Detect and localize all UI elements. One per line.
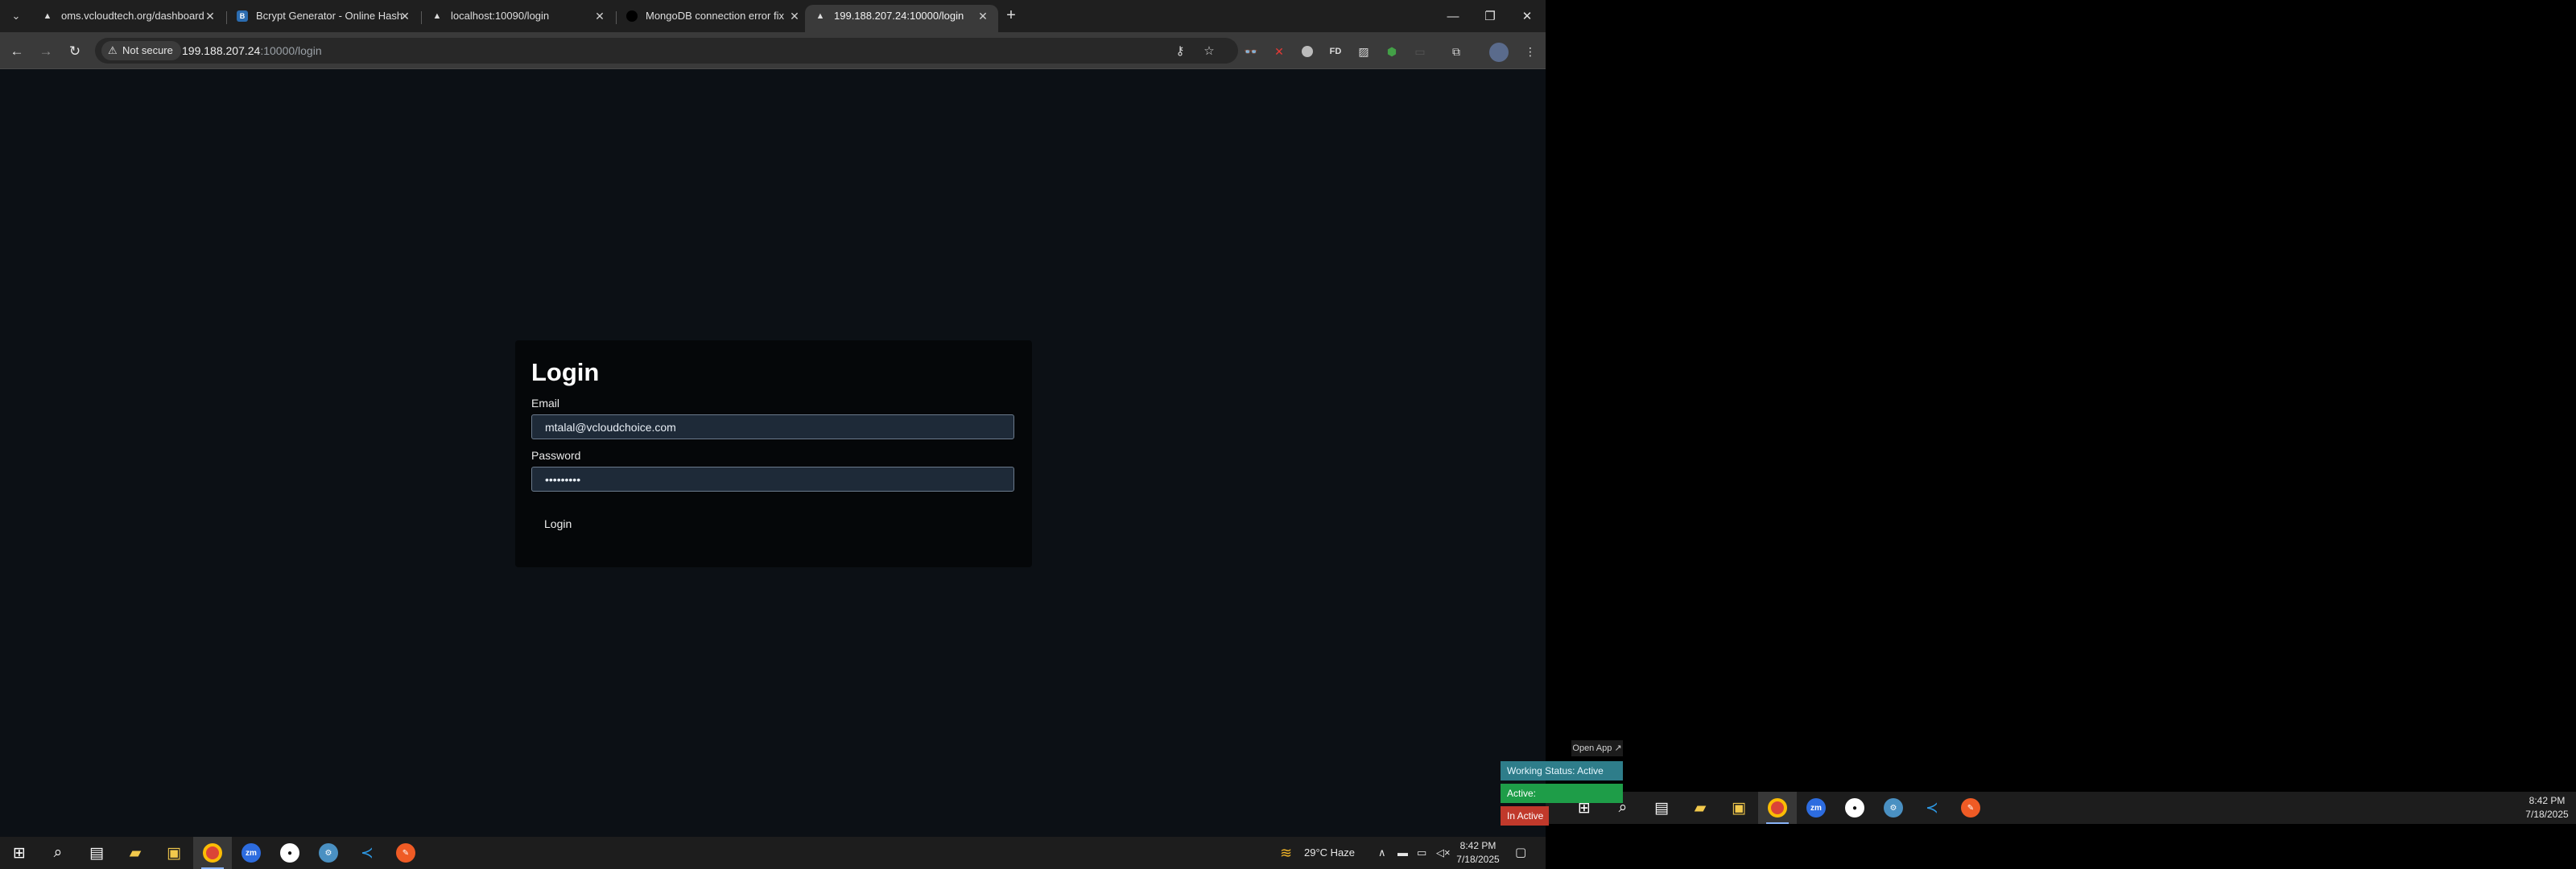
clock-date: 7/18/2025	[1456, 854, 1500, 865]
close-window-button[interactable]: ✕	[1509, 0, 1546, 32]
search-icon[interactable]: ⌕	[39, 837, 77, 869]
extension-fd-icon[interactable]: FD	[1327, 43, 1344, 60]
extension-image-icon[interactable]: ▨	[1355, 43, 1373, 60]
chrome-icon[interactable]	[1758, 792, 1797, 824]
app-white-circle-icon[interactable]: ●	[270, 837, 309, 869]
extension-shield-icon[interactable]: ⬢	[1383, 43, 1401, 60]
reload-button[interactable]: ↻	[64, 41, 85, 62]
store-icon[interactable]: ▣	[1719, 792, 1758, 824]
password-key-icon[interactable]: ⚷	[1170, 41, 1190, 60]
vscode-icon[interactable]: ≺	[1913, 792, 1951, 824]
volume-icon[interactable]: ◁×	[1436, 837, 1451, 869]
address-bar[interactable]: ⚠ Not secure 199.188.207.24:10000/login …	[95, 38, 1238, 64]
tab-title: 199.188.207.24:10000/login	[834, 10, 964, 22]
extension-close-x-icon[interactable]: ✕	[1270, 43, 1288, 60]
weather-text[interactable]: 29°C Haze	[1304, 837, 1355, 869]
taskbar: ⊞ ⌕ ▤ ▰ ▣ zm ● ⚙ ≺ ✎ ≋ 29°C Haze ∧ ▬ ▭ ◁…	[0, 837, 1546, 869]
notification-icon[interactable]: ▢	[1515, 837, 1526, 869]
login-button[interactable]: Login	[531, 513, 585, 535]
forward-button[interactable]: →	[35, 41, 56, 62]
new-tab-button[interactable]: +	[1001, 6, 1021, 26]
warning-icon: ⚠	[108, 44, 118, 56]
extensions-puzzle-icon[interactable]: ⧉	[1447, 43, 1465, 60]
tab-mongodb-fix[interactable]: MongoDB connection error fix ✕	[617, 5, 810, 32]
store-icon[interactable]: ▣	[155, 837, 193, 869]
app-blue-gear-icon[interactable]: ⚙	[309, 837, 348, 869]
chatgpt-favicon-icon	[626, 10, 638, 22]
primary-monitor: ⌄ ▲ oms.vcloudtech.org/dashboard ✕ B Bcr…	[0, 0, 1546, 869]
bcrypt-favicon-icon: B	[237, 10, 248, 22]
login-title: Login	[531, 358, 600, 386]
tab-localhost-login[interactable]: ▲ localhost:10090/login ✕	[422, 5, 615, 32]
postman-icon[interactable]: ✎	[386, 837, 425, 869]
active-status-badge: Active:	[1501, 784, 1623, 803]
weather-haze-icon: ≋	[1280, 845, 1293, 861]
login-card: Login Email Password Login	[515, 340, 1032, 567]
triangle-favicon-icon: ▲	[815, 11, 825, 21]
tab-title: oms.vcloudtech.org/dashboard	[61, 10, 204, 22]
extension-circle-icon[interactable]	[1298, 43, 1316, 60]
zoom-icon[interactable]: zm	[1797, 792, 1835, 824]
email-field[interactable]	[531, 414, 1014, 439]
security-label: Not secure	[122, 44, 173, 56]
open-app-button[interactable]: Open App ↗	[1571, 740, 1623, 756]
triangle-favicon-icon: ▲	[43, 11, 52, 21]
clock-time: 8:42 PM	[1459, 840, 1496, 851]
secondary-monitor: ⊞ ⌕ ▤ ▰ ▣ zm ● ⚙ ≺ ✎ 8:42 PM 7/18/2025	[1546, 0, 2576, 869]
password-field[interactable]	[531, 467, 1014, 492]
triangle-favicon-icon: ▲	[432, 11, 442, 21]
close-icon[interactable]: ✕	[203, 5, 217, 27]
file-explorer-icon[interactable]: ▰	[1681, 792, 1719, 824]
file-explorer-icon[interactable]: ▰	[116, 837, 155, 869]
windows-start-icon[interactable]: ⊞	[0, 837, 39, 869]
bookmark-star-icon[interactable]: ☆	[1199, 41, 1219, 60]
network-icon[interactable]: ▭	[1417, 837, 1426, 869]
tab-title: localhost:10090/login	[451, 10, 550, 22]
chevron-up-icon[interactable]: ∧	[1378, 837, 1386, 869]
secondary-clock[interactable]: 8:42 PM 7/18/2025	[2523, 794, 2571, 822]
clock-time: 8:42 PM	[2529, 795, 2566, 806]
close-icon[interactable]: ✕	[398, 5, 412, 27]
extension-dark-icon[interactable]: ▭	[1411, 43, 1429, 60]
url-text: 199.188.207.24:10000/login	[182, 38, 322, 64]
email-label: Email	[531, 397, 560, 410]
menu-kebab-icon[interactable]: ⋮	[1521, 43, 1539, 60]
url-path: :10000/login	[260, 44, 322, 57]
url-host: 199.188.207.24	[182, 44, 261, 57]
app-blue-gear-icon[interactable]: ⚙	[1874, 792, 1913, 824]
tab-search-button[interactable]: ⌄	[6, 6, 26, 26]
profile-avatar-icon[interactable]	[1489, 43, 1509, 62]
site-info-chip[interactable]: ⚠ Not secure	[101, 41, 181, 60]
close-icon[interactable]: ✕	[592, 5, 607, 27]
chrome-icon[interactable]	[193, 837, 232, 869]
zoom-icon[interactable]: zm	[232, 837, 270, 869]
secondary-taskbar: ⊞ ⌕ ▤ ▰ ▣ zm ● ⚙ ≺ ✎ 8:42 PM 7/18/2025	[1546, 792, 2576, 824]
app-white-circle-icon[interactable]: ●	[1835, 792, 1874, 824]
task-view-icon[interactable]: ▤	[77, 837, 116, 869]
tab-active-login[interactable]: ▲ 199.188.207.24:10000/login ✕	[805, 5, 998, 32]
browser-toolbar: ← → ↻ ⚠ Not secure 199.188.207.24:10000/…	[0, 32, 1546, 69]
task-view-icon[interactable]: ▤	[1642, 792, 1681, 824]
password-label: Password	[531, 449, 581, 462]
minimize-button[interactable]: —	[1435, 0, 1472, 32]
tab-oms-dashboard[interactable]: ▲ oms.vcloudtech.org/dashboard ✕	[32, 5, 225, 32]
tab-strip: ⌄ ▲ oms.vcloudtech.org/dashboard ✕ B Bcr…	[0, 0, 1546, 32]
extension-incognito-icon[interactable]: 👓	[1242, 43, 1260, 60]
clock[interactable]: 8:42 PM 7/18/2025	[1454, 839, 1502, 867]
tab-title: MongoDB connection error fix	[646, 10, 784, 22]
back-button[interactable]: ←	[6, 41, 27, 62]
close-icon[interactable]: ✕	[976, 5, 990, 27]
vscode-icon[interactable]: ≺	[348, 837, 386, 869]
inactive-status-badge: In Active	[1501, 806, 1549, 826]
tray-app-icon[interactable]: ▬	[1397, 837, 1408, 869]
clock-date: 7/18/2025	[2525, 809, 2569, 820]
tab-bcrypt-generator[interactable]: B Bcrypt Generator - Online Hash ✕	[227, 5, 420, 32]
working-status-badge: Working Status: Active	[1501, 761, 1623, 780]
tab-title: Bcrypt Generator - Online Hash	[256, 10, 403, 22]
web-page: Login Email Password Login	[0, 70, 1546, 845]
restore-button[interactable]: ❐	[1472, 0, 1509, 32]
close-icon[interactable]: ✕	[787, 5, 802, 27]
postman-icon[interactable]: ✎	[1951, 792, 1990, 824]
